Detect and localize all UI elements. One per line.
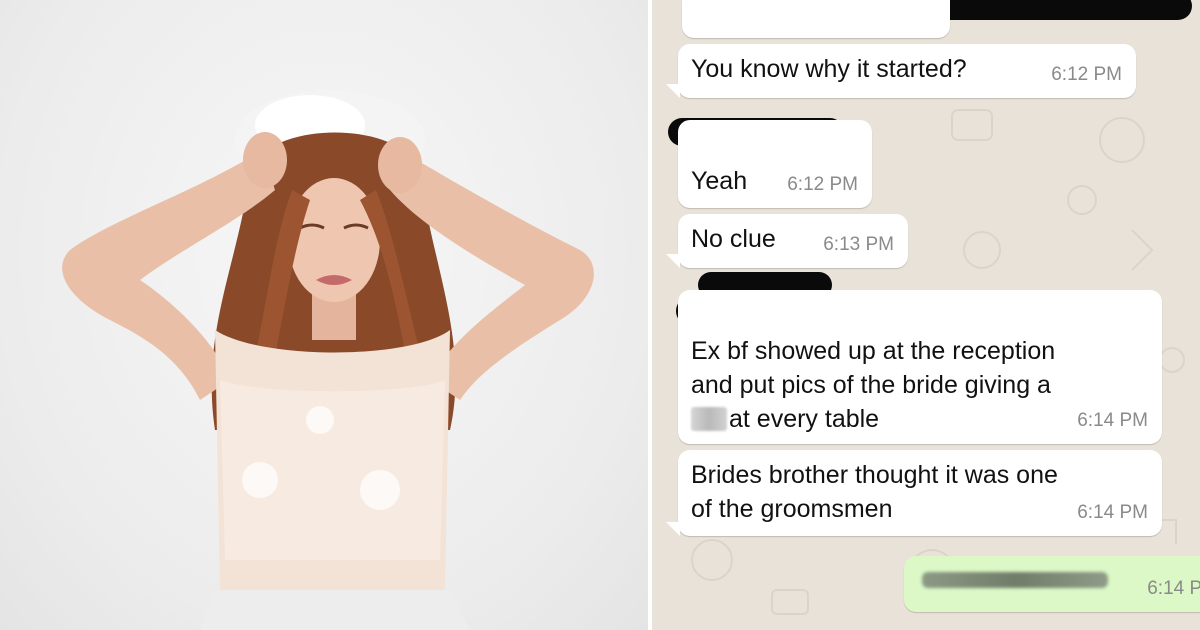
message-text: No clue xyxy=(691,225,776,253)
bubble-tail xyxy=(666,254,680,268)
message-time: 6:14 PM xyxy=(1077,410,1148,431)
bubble-tail xyxy=(666,522,680,536)
message-bubble-outgoing: 6:14 PM xyxy=(904,556,1200,612)
message-bubble-2: Yeah 6:12 PM xyxy=(678,120,872,208)
message-bubble-5: Brides brother thought it was one of the… xyxy=(678,450,1162,536)
message-time: 6:13 PM xyxy=(823,234,894,255)
message-time: 6:14 PM xyxy=(1077,502,1148,523)
message-text-line-1: Ex bf showed up at the reception xyxy=(691,337,1056,365)
message-text: Brides brother thought it was one of the… xyxy=(691,461,1058,523)
bride-photo xyxy=(0,0,648,630)
message-bubble-1: You know why it started? 6:12 PM xyxy=(678,44,1136,98)
message-text-line-3: at every table xyxy=(691,402,879,436)
bride-illustration xyxy=(62,90,594,630)
message-time: 6:14 PM xyxy=(1147,578,1200,599)
message-bubble-partial xyxy=(682,0,950,38)
message-bubble-4: Ex bf showed up at the reception and put… xyxy=(678,290,1162,444)
message-text-line-2: and put pics of the bride giving a xyxy=(691,371,1051,399)
message-time: 6:12 PM xyxy=(787,174,858,195)
message-bubble-3: No clue 6:13 PM xyxy=(678,214,908,268)
message-text: You know why it started? xyxy=(691,55,967,83)
message-time: 6:12 PM xyxy=(1051,64,1122,85)
blurred-word xyxy=(691,407,727,431)
message-text: Yeah xyxy=(691,167,748,195)
blurred-message-text xyxy=(922,572,1108,588)
bubble-tail xyxy=(666,84,680,98)
chat-screenshot: You know why it started? 6:12 PM Yeah 6:… xyxy=(652,0,1200,630)
